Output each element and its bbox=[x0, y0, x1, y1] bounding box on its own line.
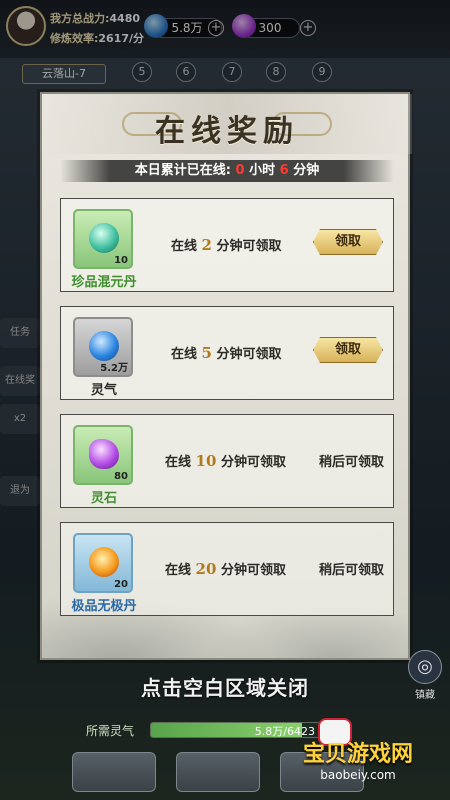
reward-qty: 10 bbox=[114, 255, 128, 266]
required-spirit-label: 所需灵气 bbox=[86, 724, 135, 738]
reward-name: 灵气 bbox=[90, 383, 117, 398]
online-minutes: 6 bbox=[279, 163, 289, 178]
reward-card: 10 珍品混元丹 在线 2 分钟可领取 领取 bbox=[60, 198, 394, 292]
task-pre: 在线 bbox=[165, 563, 192, 578]
task-post: 分钟可领取 bbox=[216, 239, 282, 254]
reward-task: 在线 5 分钟可领取 bbox=[171, 343, 282, 362]
reward-card: 5.2万 灵气 在线 5 分钟可领取 领取 bbox=[60, 306, 394, 400]
reward-task: 在线 2 分钟可领取 bbox=[171, 235, 282, 254]
task-num: 2 bbox=[201, 236, 212, 254]
task-pre: 在线 bbox=[171, 239, 198, 254]
claim-later-text: 稍后可领取 bbox=[319, 563, 385, 578]
bottom-action-button[interactable] bbox=[176, 752, 260, 792]
online-hours: 0 bbox=[235, 163, 245, 178]
task-num: 5 bbox=[201, 344, 212, 362]
green-pill-icon bbox=[89, 223, 119, 253]
minutes-unit: 分钟 bbox=[293, 163, 320, 178]
task-pre: 在线 bbox=[165, 455, 192, 470]
task-num: 20 bbox=[195, 560, 217, 578]
reward-task: 在线 10 分钟可领取 bbox=[165, 451, 286, 470]
task-post: 分钟可领取 bbox=[220, 563, 286, 578]
reward-icon-frame[interactable]: 5.2万 bbox=[73, 317, 133, 377]
blue-spirit-orb-icon bbox=[89, 331, 119, 361]
reward-card: 20 极品无极丹 在线 20 分钟可领取 稍后可领取 bbox=[60, 522, 394, 616]
reward-icon-frame[interactable]: 20 bbox=[73, 533, 133, 593]
reward-name: 珍品混元丹 bbox=[71, 275, 137, 290]
task-num: 10 bbox=[195, 452, 217, 470]
watermark-url: baobeiy.com bbox=[320, 768, 396, 782]
reward-qty: 80 bbox=[114, 471, 128, 482]
reward-qty: 20 bbox=[114, 579, 128, 590]
reward-icon-frame[interactable]: 80 bbox=[73, 425, 133, 485]
reward-task: 在线 20 分钟可领取 bbox=[165, 559, 286, 578]
bottom-action-button[interactable] bbox=[72, 752, 156, 792]
claim-later-text: 稍后可领取 bbox=[319, 455, 385, 470]
task-post: 分钟可领取 bbox=[216, 347, 282, 362]
watermark: 宝贝游戏网 baobeiy.com bbox=[268, 716, 448, 796]
purple-spirit-stone-icon bbox=[89, 439, 119, 469]
watermark-text: 宝贝游戏网 bbox=[302, 742, 413, 767]
fire-pill-icon bbox=[89, 547, 119, 577]
online-prefix: 本日累计已在线: bbox=[134, 163, 231, 178]
task-post: 分钟可领取 bbox=[220, 455, 286, 470]
reward-name: 灵石 bbox=[90, 491, 117, 506]
reward-qty: 5.2万 bbox=[100, 363, 128, 374]
reward-card: 80 灵石 在线 10 分钟可领取 稍后可领取 bbox=[60, 414, 394, 508]
hours-unit: 小时 bbox=[249, 163, 276, 178]
claim-button[interactable]: 领取 bbox=[313, 337, 383, 363]
online-reward-modal: 在线奖励 本日累计已在线: 0 小时 6 分钟 10 珍品混元丹 在线 2 分钟… bbox=[40, 92, 412, 660]
reward-icon-frame[interactable]: 10 bbox=[73, 209, 133, 269]
online-time-strip: 本日累计已在线: 0 小时 6 分钟 bbox=[60, 160, 394, 182]
modal-title: 在线奖励 bbox=[155, 114, 299, 149]
claim-button[interactable]: 领取 bbox=[313, 229, 383, 255]
treasure-label: 镇藏 bbox=[415, 690, 435, 701]
task-pre: 在线 bbox=[171, 347, 198, 362]
close-hint: 点击空白区域关闭 bbox=[141, 676, 309, 700]
treasure-icon[interactable]: ◎ bbox=[408, 650, 442, 684]
reward-name: 极品无极丹 bbox=[71, 599, 137, 614]
